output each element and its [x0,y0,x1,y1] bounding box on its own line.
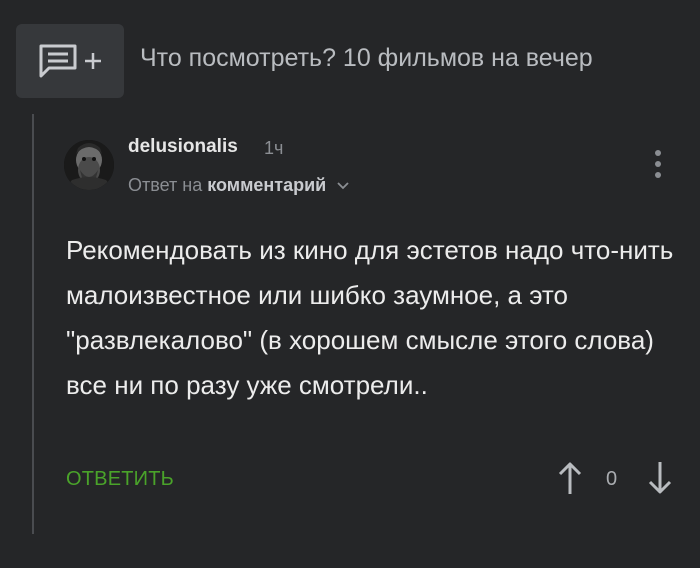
reply-prefix: Ответ на [128,175,203,195]
reply-target: комментарий [207,175,327,195]
chevron-down-icon [337,182,349,190]
arrow-down-icon[interactable] [646,460,674,496]
page: Что посмотреть? 10 фильмов на вечер delu… [0,0,700,568]
reply-to-link[interactable]: Ответ на комментарий [128,175,349,196]
comment-time: 1ч [264,138,284,158]
thread-line[interactable] [32,114,34,534]
avatar-image [64,140,114,190]
rating-count: 0 [606,468,618,490]
arrow-up-icon[interactable] [556,460,584,496]
plus-icon [85,53,101,69]
post-header: Что посмотреть? 10 фильмов на вечер [16,24,700,98]
add-comment-button[interactable] [16,24,124,98]
comment-text: Рекомендовать из кино для эстетов надо ч… [66,235,674,400]
reply-button[interactable]: ОТВЕТИТЬ [66,468,174,491]
more-vertical-icon[interactable] [648,146,668,182]
username[interactable]: delusionalis [128,136,238,158]
comment-icon [39,44,77,78]
avatar[interactable] [64,140,114,190]
post-title[interactable]: Что посмотреть? 10 фильмов на вечер [140,44,593,73]
